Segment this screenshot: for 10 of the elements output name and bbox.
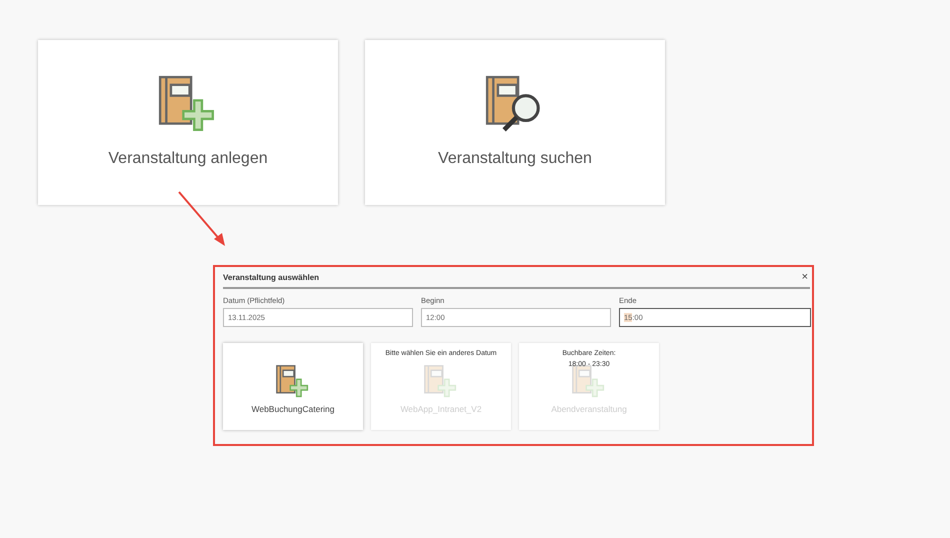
tile-card[interactable]: Veranstaltung anlegen — [38, 40, 338, 205]
tile-label: Veranstaltung suchen — [438, 150, 592, 168]
pointer-arrow — [176, 190, 228, 248]
tile-card[interactable]: Veranstaltung suchen — [365, 40, 665, 205]
event-card[interactable]: WebBuchungCatering — [223, 343, 363, 430]
close-button[interactable]: × — [800, 271, 810, 283]
book-plus-icon — [423, 364, 459, 400]
tile-label: Veranstaltung anlegen — [108, 150, 268, 168]
dialog-title: Veranstaltung auswählen — [223, 272, 320, 282]
book-plus-icon — [275, 364, 311, 400]
